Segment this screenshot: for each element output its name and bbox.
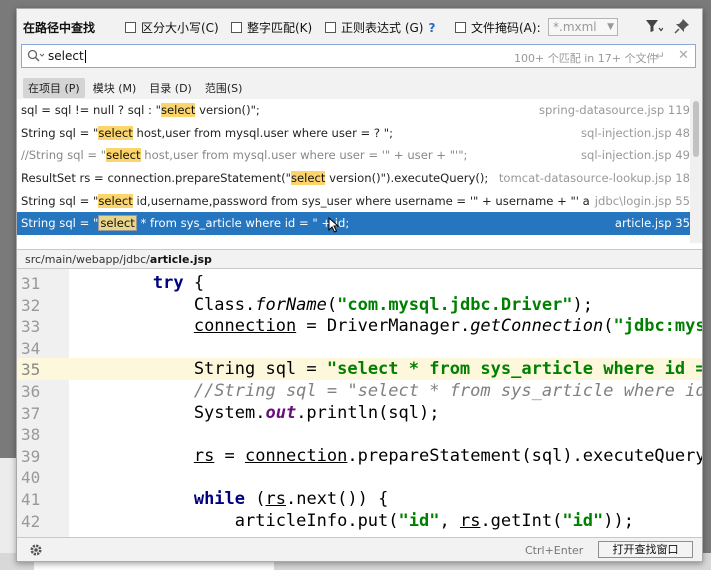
whole-words-option[interactable]: 整字匹配(K) — [231, 19, 312, 36]
scope-tabs: 在项目 (P) 模块 (M) 目录 (D) 范围(S) — [23, 78, 250, 98]
match-highlight: select — [98, 125, 133, 140]
code-line: 42 articleInfo.put("id", rs.getInt("id")… — [17, 510, 702, 532]
dialog-toolbar: 在路径中查找 区分大小写(C) 整字匹配(K) 正则表达式 (G) ? 文件掩码… — [17, 9, 702, 43]
result-file: tomcat-datasource-lookup.jsp 18 — [492, 171, 690, 186]
result-file: jdbc\login.jsp 55 — [588, 193, 690, 208]
line-number: 39 — [21, 446, 41, 466]
match-case-label: 区分大小写(C) — [141, 21, 219, 35]
result-row[interactable]: ResultSet rs = connection.prepareStateme… — [17, 167, 690, 190]
dialog-footer: Ctrl+Enter 打开查找窗口 — [17, 537, 702, 561]
dialog-title: 在路径中查找 — [23, 21, 96, 35]
result-text: String sql = "select host,user from mysq… — [21, 125, 393, 140]
code-line: 41 while (rs.next()) { — [17, 488, 702, 510]
code-preview[interactable]: 31 try {32 Class.forName("com.mysql.jdbc… — [17, 269, 702, 537]
match-case-checkbox[interactable] — [125, 22, 136, 33]
result-file: spring-datasource.jsp 119 — [532, 103, 690, 118]
match-highlight: select — [106, 148, 141, 163]
search-icon[interactable] — [27, 49, 45, 66]
result-file: article.jsp 35 — [608, 216, 690, 231]
code-line: 33 connection = DriverManager.getConnect… — [17, 315, 702, 337]
filter-icon[interactable] — [645, 18, 664, 37]
regex-label: 正则表达式 (G) — [341, 21, 424, 35]
results-list: sql = sql != null ? sql : "select versio… — [17, 99, 690, 243]
code-text: try { — [152, 273, 205, 293]
code-line: 39 rs = connection.prepareStatement(sql)… — [17, 445, 702, 467]
match-case-option[interactable]: 区分大小写(C) — [125, 19, 219, 36]
find-in-path-dialog: 在路径中查找 区分大小写(C) 整字匹配(K) 正则表达式 (G) ? 文件掩码… — [16, 8, 703, 562]
code-line: 34 — [17, 337, 702, 359]
pin-icon[interactable] — [674, 18, 690, 37]
code-text: //String sql = "select * from sys_articl… — [193, 381, 702, 401]
tab-directory[interactable]: 目录 (D) — [144, 78, 197, 98]
regex-option[interactable]: 正则表达式 (G) ? — [325, 19, 435, 36]
open-window-shortcut: Ctrl+Enter — [525, 544, 584, 557]
file-mask-select[interactable]: *.mxml ▼ — [548, 18, 618, 36]
code-text: articleInfo.put("id", rs.getInt("id")); — [71, 510, 634, 531]
match-count: 100+ 个匹配 in 17+ 个文件 — [514, 52, 658, 65]
result-row[interactable]: sql = sql != null ? sql : "select versio… — [17, 99, 690, 122]
preview-path-bar: src/main/webapp/jdbc/article.jsp — [17, 249, 702, 269]
code-text: String sql = "select * from sys_article … — [71, 359, 702, 380]
result-file: sql-injection.jsp 49 — [574, 148, 690, 163]
file-mask-label: 文件掩码(A): — [471, 21, 541, 35]
new-line-icon[interactable]: ↵ — [655, 49, 665, 63]
line-number: 38 — [21, 425, 41, 445]
match-highlight: select — [98, 193, 133, 208]
file-mask-checkbox[interactable] — [455, 22, 466, 33]
chevron-down-icon: ▼ — [607, 22, 614, 32]
line-number: 40 — [21, 468, 41, 488]
line-number: 31 — [21, 274, 41, 293]
preview-file-path: src/main/webapp/jdbc/article.jsp — [25, 253, 212, 266]
close-icon[interactable]: ✕ — [678, 48, 689, 63]
code-line: 40 — [17, 466, 702, 488]
line-number: 32 — [21, 295, 41, 315]
mouse-cursor-icon — [328, 216, 340, 236]
result-text: //String sql = "select host,user from my… — [21, 148, 468, 163]
line-number: 37 — [21, 403, 41, 423]
regex-checkbox[interactable] — [325, 22, 336, 33]
open-find-window-button[interactable]: 打开查找窗口 — [598, 541, 693, 558]
result-text: String sql = " select * from sys_article … — [21, 215, 350, 232]
line-number: 35 — [21, 360, 41, 380]
result-row-selected[interactable]: String sql = " select * from sys_article … — [17, 212, 690, 235]
search-query: select — [48, 49, 86, 63]
file-mask-value: *.mxml — [553, 20, 597, 34]
result-text: sql = sql != null ? sql : "select versio… — [21, 103, 260, 118]
search-input[interactable]: select 100+ 个匹配 in 17+ 个文件 ↵ ✕ — [21, 44, 696, 68]
line-number: 36 — [21, 382, 41, 401]
tab-scope[interactable]: 范围(S) — [200, 78, 248, 98]
code-line: 36 //String sql = "select * from sys_art… — [17, 380, 702, 402]
results-scrollbar-thumb[interactable] — [693, 101, 699, 157]
whole-words-checkbox[interactable] — [231, 22, 242, 33]
match-highlight: select — [98, 215, 137, 232]
gear-icon[interactable] — [29, 543, 43, 560]
code-line: 38 — [17, 423, 702, 445]
code-line-current: 35 String sql = "select * from sys_artic… — [17, 358, 702, 380]
line-number: 33 — [21, 317, 41, 337]
code-text: rs = connection.prepareStatement(sql).ex… — [193, 445, 702, 466]
line-number: 42 — [21, 511, 41, 531]
code-line: 32 Class.forName("com.mysql.jdbc.Driver"… — [17, 294, 702, 316]
file-mask-option[interactable]: 文件掩码(A): — [455, 19, 541, 36]
code-text: connection = DriverManager.getConnection… — [193, 316, 702, 337]
code-text: System.out.println(sql); — [71, 402, 440, 423]
match-highlight: select — [290, 171, 326, 186]
code-text: while (rs.next()) { — [193, 489, 389, 509]
match-highlight: select — [160, 103, 196, 118]
whole-words-label: 整字匹配(K) — [247, 21, 313, 35]
tab-module[interactable]: 模块 (M) — [88, 78, 142, 98]
regex-help-icon[interactable]: ? — [428, 21, 435, 35]
result-row[interactable]: String sql = "select host,user from mysq… — [17, 122, 690, 145]
result-text: ResultSet rs = connection.prepareStateme… — [21, 171, 489, 186]
line-number: 41 — [21, 490, 41, 509]
code-line: 37 System.out.println(sql); — [17, 402, 702, 424]
result-file: sql-injection.jsp 48 — [574, 125, 690, 140]
code-line: 31 try { — [17, 272, 702, 294]
code-text: Class.forName("com.mysql.jdbc.Driver"); — [71, 294, 594, 315]
tab-project[interactable]: 在项目 (P) — [23, 78, 85, 98]
line-number: 34 — [21, 338, 41, 358]
result-row[interactable]: String sql = "select id,username,passwor… — [17, 189, 690, 212]
result-row[interactable]: //String sql = "select host,user from my… — [17, 144, 690, 167]
